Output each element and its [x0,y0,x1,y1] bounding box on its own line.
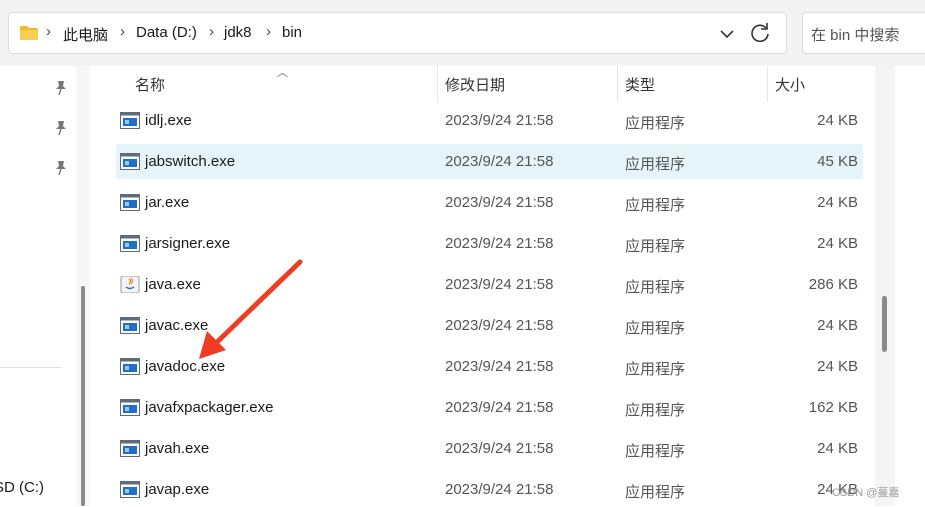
breadcrumb-separator: › [46,23,51,40]
pin-icon[interactable] [54,160,68,176]
file-row[interactable]: jarsigner.exe 2023/9/24 21:58 应用程序 24 KB [116,226,863,261]
breadcrumb-separator: › [120,23,125,40]
file-row[interactable]: jar.exe 2023/9/24 21:58 应用程序 24 KB [116,185,863,220]
file-date: 2023/9/24 21:58 [445,235,554,252]
file-size: 24 KB [817,317,858,334]
nav-item-c-drive[interactable]: SD (C:) [0,479,44,496]
scrollbar-thumb[interactable] [882,296,887,352]
file-name: javadoc.exe [145,358,226,375]
file-list: ︿ 名称 修改日期 类型 大小 idlj.exe 2023/9/24 21:58 应… [95,66,875,506]
file-name: javafxpackager.exe [145,399,274,416]
breadcrumb-bin[interactable]: bin [282,24,302,41]
file-size: 24 KB [817,235,858,252]
exe-icon [120,112,140,129]
sort-up-icon: ︿ [277,67,288,79]
toolbar: › 此电脑 › Data (D:) › jdk8 › bin 在 bin 中搜索 [0,0,925,66]
file-type: 应用程序 [625,320,686,337]
exe-icon [120,235,140,252]
file-row[interactable]: javah.exe 2023/9/24 21:58 应用程序 24 KB [116,431,863,466]
search-input[interactable]: 在 bin 中搜索 [802,12,925,54]
file-type: 应用程序 [625,279,686,296]
file-type: 应用程序 [625,156,686,173]
file-size: 162 KB [808,399,858,416]
pin-icon[interactable] [54,120,68,136]
file-name: javac.exe [145,317,209,334]
file-row[interactable]: java.exe 2023/9/24 21:58 应用程序 286 KB [116,267,863,302]
file-type: 应用程序 [625,402,686,419]
file-date: 2023/9/24 21:58 [445,399,554,416]
watermark: CSDN @蔓嘉 [832,487,900,499]
exe-icon [120,399,140,416]
breadcrumb-separator: › [266,23,271,40]
scrollbar-track[interactable] [875,66,895,506]
file-size: 24 KB [817,194,858,211]
file-date: 2023/9/24 21:58 [445,194,554,211]
file-size: 24 KB [817,440,858,457]
refresh-icon[interactable] [748,21,772,45]
exe-icon [120,153,140,170]
breadcrumb-data-drive[interactable]: Data (D:) [136,24,197,41]
breadcrumb-separator: › [209,23,214,40]
exe-icon [120,317,140,334]
file-size: 24 KB [817,112,858,129]
file-size: 286 KB [808,276,858,293]
file-name: jar.exe [145,194,190,211]
address-bar[interactable]: › 此电脑 › Data (D:) › jdk8 › bin [8,12,787,54]
file-size: 24 KB [817,358,858,375]
column-header-date[interactable]: 修改日期 [445,74,505,95]
file-date: 2023/9/24 21:58 [445,481,554,498]
file-type: 应用程序 [625,484,686,501]
file-type: 应用程序 [625,238,686,255]
exe-icon [120,358,140,375]
file-date: 2023/9/24 21:58 [445,112,554,129]
pin-icon[interactable] [54,80,68,96]
file-name: javah.exe [145,440,210,457]
exe-icon [120,481,140,498]
file-name: javap.exe [145,481,210,498]
column-divider[interactable] [617,66,618,102]
file-date: 2023/9/24 21:58 [445,153,554,170]
breadcrumb-jdk8[interactable]: jdk8 [224,24,252,41]
folder-icon [20,26,38,40]
file-name: jabswitch.exe [145,153,236,170]
file-row[interactable]: idlj.exe 2023/9/24 21:58 应用程序 24 KB [116,103,863,138]
file-row[interactable]: javap.exe 2023/9/24 21:58 应用程序 24 KB [116,472,863,507]
column-divider[interactable] [767,66,768,102]
exe-icon [120,440,140,457]
column-header-size[interactable]: 大小 [775,74,805,95]
file-date: 2023/9/24 21:58 [445,440,554,457]
file-name: jarsigner.exe [145,235,231,252]
file-name: java.exe [145,276,201,293]
file-date: 2023/9/24 21:58 [445,276,554,293]
file-row[interactable]: javafxpackager.exe 2023/9/24 21:58 应用程序 162… [116,390,863,425]
column-header-name[interactable]: 名称 [135,74,165,95]
nav-scrollbar-thumb[interactable] [81,286,85,506]
java-icon [120,275,140,294]
column-header-type[interactable]: 类型 [625,74,655,95]
chevron-down-icon[interactable] [715,23,739,45]
file-name: idlj.exe [145,112,192,129]
divider [0,367,62,368]
file-type: 应用程序 [625,361,686,378]
file-row[interactable]: javac.exe 2023/9/24 21:58 应用程序 24 KB [116,308,863,343]
file-type: 应用程序 [625,115,686,132]
column-header-row: ︿ 名称 修改日期 类型 大小 [95,66,875,102]
file-date: 2023/9/24 21:58 [445,317,554,334]
file-row[interactable]: jabswitch.exe 2023/9/24 21:58 应用程序 45 KB [116,144,863,179]
file-type: 应用程序 [625,197,686,214]
right-pane [895,66,925,506]
file-row[interactable]: javadoc.exe 2023/9/24 21:58 应用程序 24 KB [116,349,863,384]
file-date: 2023/9/24 21:58 [445,358,554,375]
breadcrumb-this-pc[interactable]: 此电脑 [63,24,108,45]
column-divider[interactable] [437,66,438,102]
file-type: 应用程序 [625,443,686,460]
exe-icon [120,194,140,211]
file-size: 45 KB [817,153,858,170]
